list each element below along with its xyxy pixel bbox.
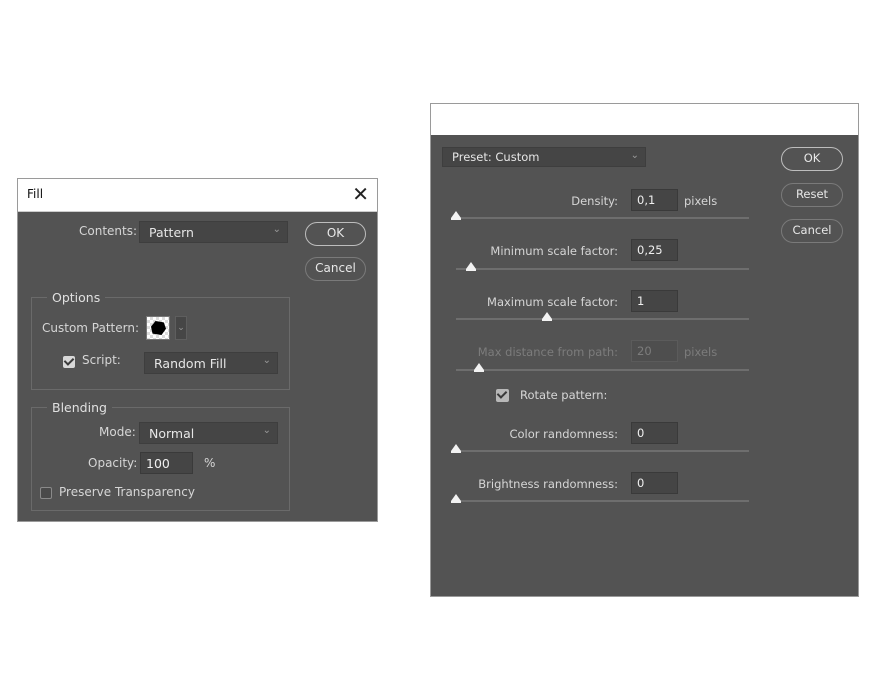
chevron-down-icon: ⌄: [272, 224, 281, 235]
field-input[interactable]: 1: [631, 290, 678, 312]
preset-value: Preset: Custom: [452, 150, 540, 164]
opacity-label: Opacity:: [88, 456, 138, 470]
preserve-transparency-label: Preserve Transparency: [59, 485, 195, 499]
field-label: Density:: [571, 194, 618, 208]
field-slider-track[interactable]: [451, 444, 749, 453]
cancel-button[interactable]: Cancel: [305, 257, 366, 281]
random-fill-titlebar: [431, 104, 858, 135]
fill-dialog-title: Fill: [27, 187, 44, 201]
field-slider-track[interactable]: [456, 262, 749, 271]
options-group-label: Options: [47, 290, 106, 305]
close-icon[interactable]: ✕: [352, 182, 369, 206]
options-group: [31, 297, 290, 390]
chevron-down-icon: ⌄: [262, 425, 271, 436]
field-label: Max distance from path:: [477, 345, 618, 359]
rotate-pattern-label: Rotate pattern:: [520, 388, 608, 402]
field-slider-track[interactable]: [451, 211, 749, 220]
script-label: Script:: [82, 353, 121, 367]
field-label: Minimum scale factor:: [490, 244, 618, 258]
field-unit: pixels: [684, 345, 718, 359]
field-input[interactable]: 0,25: [631, 239, 678, 261]
mode-select[interactable]: Normal ⌄: [139, 422, 278, 444]
fill-dialog-titlebar: Fill ✕: [18, 179, 377, 212]
field-label: Maximum scale factor:: [487, 295, 618, 309]
field-input[interactable]: 0,1: [631, 189, 678, 211]
chevron-down-icon: ⌄: [630, 150, 639, 161]
script-select[interactable]: Random Fill ⌄: [144, 352, 278, 374]
field-slider-thumb[interactable]: [451, 444, 461, 453]
field-input[interactable]: 0: [631, 472, 678, 494]
mode-value: Normal: [149, 426, 195, 441]
field-slider-track: [456, 363, 749, 372]
field-label: Color randomness:: [509, 427, 618, 441]
field-input: 20: [631, 340, 678, 362]
preset-select[interactable]: Preset: Custom ⌄: [442, 147, 646, 167]
contents-label: Contents:: [79, 224, 138, 238]
cancel-button[interactable]: Cancel: [781, 219, 843, 243]
field-unit: pixels: [684, 194, 718, 208]
chevron-down-icon: ⌄: [262, 355, 271, 366]
fill-dialog: Fill ✕ Contents: Pattern ⌄ OK Cancel Opt…: [17, 178, 378, 522]
pattern-shape-icon: [151, 321, 166, 335]
pattern-swatch[interactable]: [146, 316, 170, 340]
field-input[interactable]: 0: [631, 422, 678, 444]
reset-button[interactable]: Reset: [781, 183, 843, 207]
contents-value: Pattern: [149, 225, 194, 240]
mode-label: Mode:: [99, 425, 136, 439]
field-slider-thumb: [474, 363, 485, 372]
script-checkbox[interactable]: [63, 356, 75, 368]
script-value: Random Fill: [154, 356, 227, 371]
field-slider-track[interactable]: [451, 494, 749, 503]
ok-button[interactable]: OK: [305, 222, 366, 246]
field-label: Brightness randomness:: [478, 477, 618, 491]
custom-pattern-label: Custom Pattern:: [42, 321, 140, 335]
opacity-input[interactable]: 100: [140, 452, 193, 474]
field-slider-thumb[interactable]: [541, 312, 552, 321]
field-slider-thumb[interactable]: [451, 494, 461, 503]
ok-button[interactable]: OK: [781, 147, 843, 171]
field-slider-track[interactable]: [456, 312, 749, 321]
field-slider-thumb[interactable]: [465, 262, 476, 271]
blending-group-label: Blending: [47, 400, 112, 415]
random-fill-dialog: Preset: Custom ⌄ OK Reset Cancel Density…: [430, 103, 859, 597]
opacity-unit: %: [204, 456, 216, 470]
field-slider-thumb[interactable]: [451, 211, 461, 220]
pattern-picker-chevron-icon[interactable]: ⌄: [175, 316, 187, 340]
preserve-transparency-checkbox[interactable]: [40, 487, 52, 499]
rotate-pattern-checkbox[interactable]: [496, 389, 509, 402]
contents-select[interactable]: Pattern ⌄: [139, 221, 288, 243]
